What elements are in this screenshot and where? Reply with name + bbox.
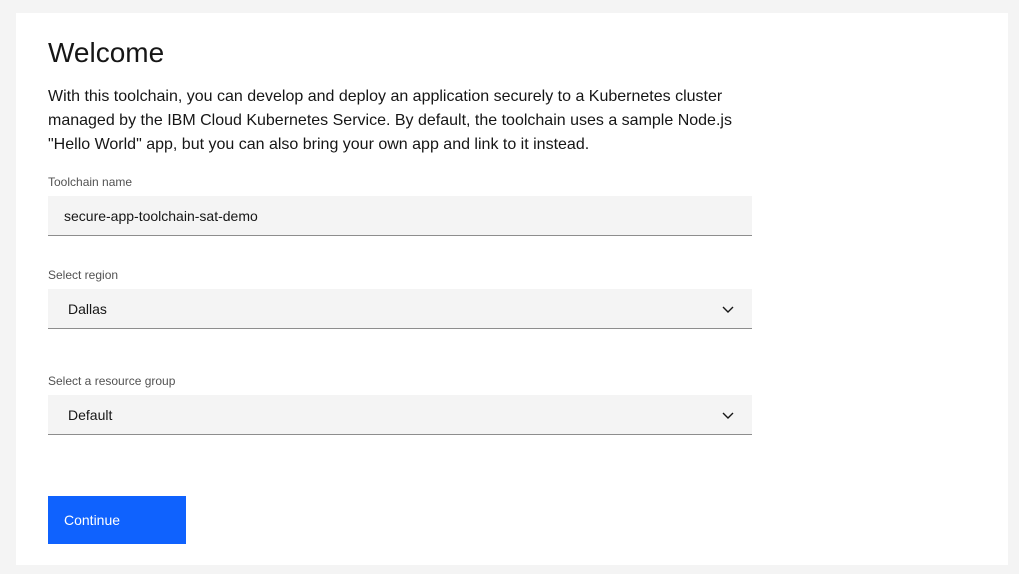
toolchain-name-label: Toolchain name — [48, 175, 133, 189]
resource-group-label: Select a resource group — [48, 374, 176, 388]
page-title: Welcome — [48, 37, 165, 68]
chevron-down-icon — [722, 412, 734, 419]
continue-button[interactable]: Continue — [48, 496, 186, 544]
region-select[interactable]: Dallas — [48, 289, 752, 329]
welcome-panel: Welcome With this toolchain, you can dev… — [16, 13, 1008, 565]
chevron-down-icon — [722, 306, 734, 313]
region-selected-value: Dallas — [68, 301, 107, 317]
toolchain-name-input[interactable] — [48, 196, 752, 236]
resource-group-selected-value: Default — [68, 407, 113, 423]
resource-group-select[interactable]: Default — [48, 395, 752, 435]
region-label: Select region — [48, 268, 119, 282]
welcome-description: With this toolchain, you can develop and… — [48, 88, 732, 153]
